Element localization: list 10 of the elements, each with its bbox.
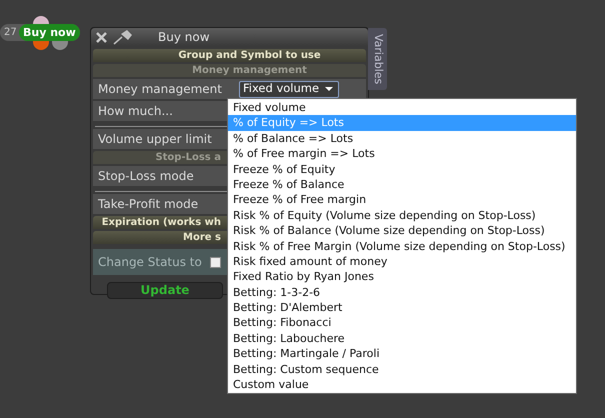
window-title: Buy now: [158, 29, 210, 46]
node-label: Buy now: [19, 24, 80, 41]
field-label: How much...: [98, 103, 173, 120]
field-label: Stop-Loss mode: [98, 168, 194, 185]
node-count: 27: [3, 26, 18, 40]
section-subheader: Money management: [93, 64, 366, 77]
field-label: Change Status to: [98, 254, 203, 271]
field-label: Take-Profit mode: [98, 196, 198, 213]
field-label: Money management: [98, 81, 223, 98]
field-label: Volume upper limit: [98, 131, 212, 148]
